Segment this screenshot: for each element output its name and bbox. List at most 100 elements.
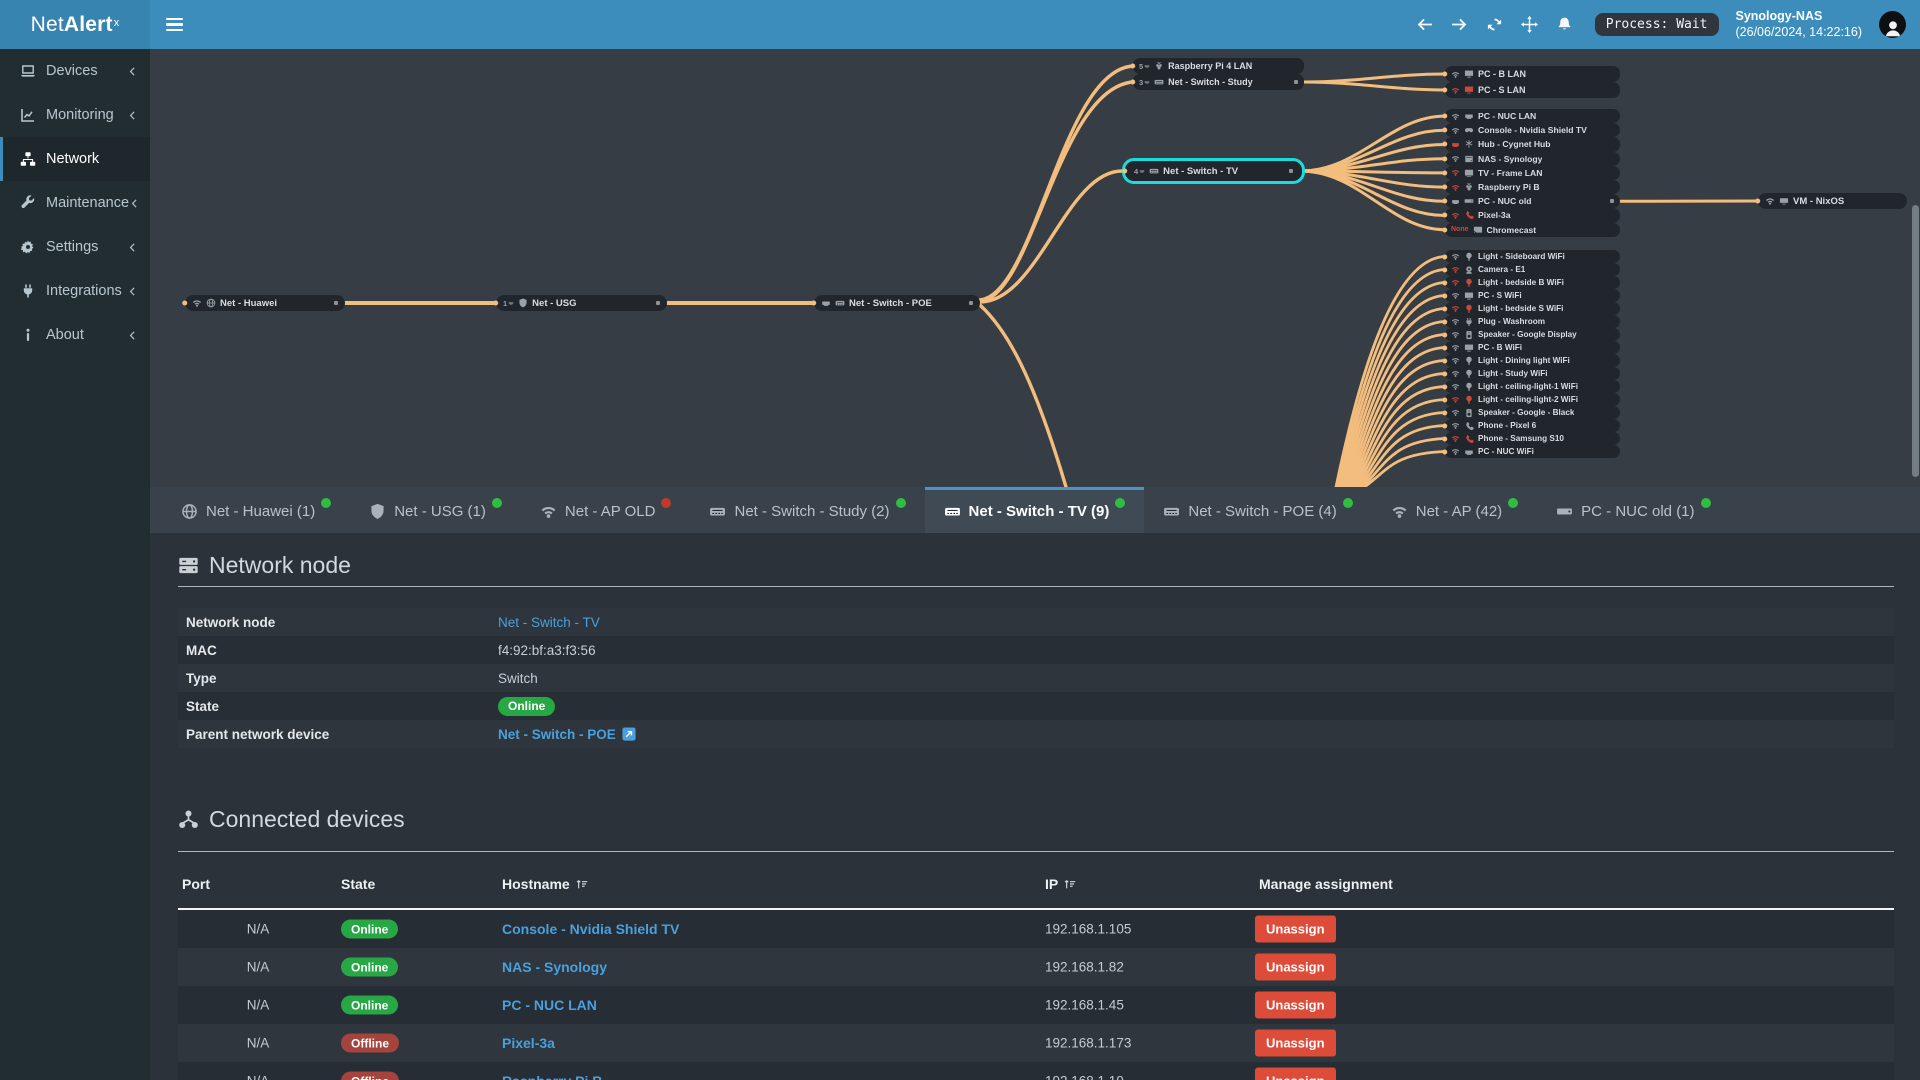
column-header-hostname[interactable]: Hostname <box>502 876 589 892</box>
unassign-button[interactable]: Unassign <box>1255 991 1336 1019</box>
tab-net-ap-old[interactable]: Net - AP OLD <box>521 487 691 533</box>
device-node-tv-frame-lan[interactable]: TV - Frame LAN <box>1445 165 1620 180</box>
device-node-pc-s-lan[interactable]: PC - S LAN <box>1445 82 1620 98</box>
pan-button[interactable] <box>1521 16 1539 34</box>
sidebar-item-maintenance[interactable]: Maintenance <box>0 181 150 225</box>
device-node-pc-b-lan[interactable]: PC - B LAN <box>1445 66 1620 82</box>
sidebar-item-integrations[interactable]: Integrations <box>0 269 150 313</box>
tab-net-switch-poe-4[interactable]: Net - Switch - POE (4) <box>1144 487 1371 533</box>
app-logo[interactable]: Net Alert x <box>0 0 150 49</box>
device-node-light-sideboard-wifi[interactable]: Light - Sideboard WiFi <box>1445 250 1620 263</box>
connector-handle[interactable] <box>968 300 973 306</box>
network-node-net-switch-poe[interactable]: Net - Switch - POE <box>814 295 980 311</box>
device-node-hub-cygnet-hub[interactable]: Hub - Cygnet Hub <box>1445 137 1620 152</box>
connector-handle[interactable] <box>1609 198 1614 204</box>
device-node-nas-synology[interactable]: NAS - Synology <box>1445 151 1620 166</box>
device-node-net-switch-study[interactable]: 3 Net - Switch - Study <box>1133 74 1304 90</box>
sidebar-item-monitoring[interactable]: Monitoring <box>0 93 150 137</box>
tab-label: Net - AP (42) <box>1415 503 1503 520</box>
unassign-button[interactable]: Unassign <box>1255 1029 1336 1057</box>
tab-net-switch-study-2[interactable]: Net - Switch - Study (2) <box>690 487 924 533</box>
node-link[interactable]: Net - Switch - TV <box>498 615 600 630</box>
device-row-pixel-3a: N/A Offline Pixel-3a 192.168.1.173 Unass… <box>178 1024 1894 1062</box>
hostname-link[interactable]: Pixel-3a <box>502 1035 555 1051</box>
connector-handle[interactable] <box>1293 79 1298 85</box>
tab-pc-nuc-old-1[interactable]: PC - NUC old (1) <box>1537 487 1729 533</box>
device-node-plug-washroom[interactable]: Plug - Washroom <box>1445 315 1620 328</box>
device-node-phone-pixel-6[interactable]: Phone - Pixel 6 <box>1445 419 1620 432</box>
unassign-button[interactable]: Unassign <box>1255 1067 1336 1080</box>
device-node-light-ceiling-light-2-wifi[interactable]: Light - ceiling-light-2 WiFi <box>1445 393 1620 406</box>
unassign-button[interactable]: Unassign <box>1255 915 1336 943</box>
tab-label: Net - Switch - POE (4) <box>1188 503 1337 520</box>
device-node-phone-samsung-s10[interactable]: Phone - Samsung S10 <box>1445 432 1620 445</box>
wifi-connection-icon <box>1451 168 1460 177</box>
hostname-link[interactable]: NAS - Synology <box>502 959 607 975</box>
device-node-raspberry-pi-b[interactable]: Raspberry Pi B <box>1445 179 1620 195</box>
sidebar-item-devices[interactable]: Devices <box>0 49 150 93</box>
hostname-link[interactable]: PC - NUC LAN <box>502 997 597 1013</box>
sidebar-item-network[interactable]: Network <box>0 137 150 181</box>
connector-handle[interactable] <box>1288 168 1293 174</box>
device-label: PC - S LAN <box>1478 85 1526 95</box>
tab-net-ap-42[interactable]: Net - AP (42) <box>1372 487 1537 533</box>
hostname-link[interactable]: Console - Nvidia Shield TV <box>502 921 679 937</box>
connector-handle[interactable] <box>333 300 338 306</box>
sitemap-icon <box>178 809 199 830</box>
device-node-speaker-google-black[interactable]: Speaker - Google - Black <box>1445 406 1620 419</box>
tab-net-huawei-1[interactable]: Net - Huawei (1) <box>162 487 350 533</box>
switch-icon <box>835 298 845 308</box>
sort-icon[interactable] <box>1063 877 1077 891</box>
user-avatar[interactable] <box>1879 11 1906 38</box>
device-node-chromecast[interactable]: None Chromecast <box>1445 222 1620 237</box>
device-node-light-bedside-b-wifi[interactable]: Light - bedside B WiFi <box>1445 276 1620 289</box>
device-label: Light - ceiling-light-1 WiFi <box>1478 382 1578 391</box>
unassign-button[interactable]: Unassign <box>1255 953 1336 981</box>
device-node-pc-nuc-old[interactable]: PC - NUC old <box>1445 194 1620 209</box>
device-node-pc-s-wifi[interactable]: PC - S WiFi <box>1445 289 1620 302</box>
connector-handle[interactable] <box>655 300 660 306</box>
column-header-ip[interactable]: IP <box>1045 876 1077 892</box>
sidebar-toggle-button[interactable] <box>150 0 198 49</box>
status-dot-green <box>1700 497 1711 508</box>
device-node-speaker-google-display[interactable]: Speaker - Google Display <box>1445 328 1620 341</box>
device-node-light-ceiling-light-1-wifi[interactable]: Light - ceiling-light-1 WiFi <box>1445 380 1620 393</box>
tab-net-switch-tv-9[interactable]: Net - Switch - TV (9) <box>924 487 1145 533</box>
forward-button[interactable] <box>1451 16 1469 34</box>
network-node-vm-nixos[interactable]: VM - NixOS <box>1758 193 1907 209</box>
ip-cell: 192.168.1.82 <box>1045 959 1124 975</box>
device-label: Light - Dining light WiFi <box>1478 356 1570 365</box>
device-node-pc-nuc-wifi[interactable]: PC - NUC WiFi <box>1445 445 1620 458</box>
network-node-net-switch-tv[interactable]: 4 Net - Switch - TV <box>1127 161 1300 181</box>
device-label: Pixel-3a <box>1478 210 1511 221</box>
network-topology-diagram[interactable]: Net - Huawei 1 Net - USG Net - Switch - POE… <box>150 49 1920 487</box>
page-scrollbar[interactable] <box>1912 205 1919 477</box>
wifi-connection-icon <box>1451 112 1460 121</box>
external-link-icon[interactable] <box>622 727 636 741</box>
back-button[interactable] <box>1416 16 1434 34</box>
device-node-light-bedside-s-wifi[interactable]: Light - bedside S WiFi <box>1445 302 1620 315</box>
device-node-pc-nuc-lan[interactable]: PC - NUC LAN <box>1445 109 1620 124</box>
device-node-console-nvidia-shield-tv[interactable]: Console - Nvidia Shield TV <box>1445 123 1620 138</box>
chevron-left-icon <box>129 198 140 209</box>
network-node-net-huawei[interactable]: Net - Huawei <box>185 295 345 311</box>
sidebar-item-about[interactable]: About <box>0 313 150 357</box>
sidebar-item-settings[interactable]: Settings <box>0 225 150 269</box>
tab-net-usg-1[interactable]: Net - USG (1) <box>350 487 521 533</box>
device-node-light-study-wifi[interactable]: Light - Study WiFi <box>1445 367 1620 380</box>
parent-node-link[interactable]: Net - Switch - POE <box>498 727 616 742</box>
topbar-actions: Process: Wait Synology-NAS (26/06/2024, … <box>1416 0 1920 49</box>
refresh-button[interactable] <box>1486 16 1504 34</box>
device-node-pc-b-wifi[interactable]: PC - B WiFi <box>1445 341 1620 354</box>
hostname-link[interactable]: Raspberry Pi B <box>502 1073 602 1080</box>
device-node-pixel-3a[interactable]: Pixel-3a <box>1445 208 1620 223</box>
device-node-raspberry-pi-4-lan[interactable]: 5 Raspberry Pi 4 LAN <box>1133 58 1304 74</box>
ip-cell: 192.168.1.105 <box>1045 921 1132 937</box>
vm-icon <box>1779 196 1789 206</box>
section-title: Network node <box>209 551 351 578</box>
sort-icon[interactable] <box>575 877 589 891</box>
device-node-camera-e1[interactable]: Camera - E1 <box>1445 263 1620 276</box>
network-node-net-usg[interactable]: 1 Net - USG <box>496 295 667 311</box>
notifications-button[interactable] <box>1556 16 1574 34</box>
device-node-light-dining-light-wifi[interactable]: Light - Dining light WiFi <box>1445 354 1620 367</box>
